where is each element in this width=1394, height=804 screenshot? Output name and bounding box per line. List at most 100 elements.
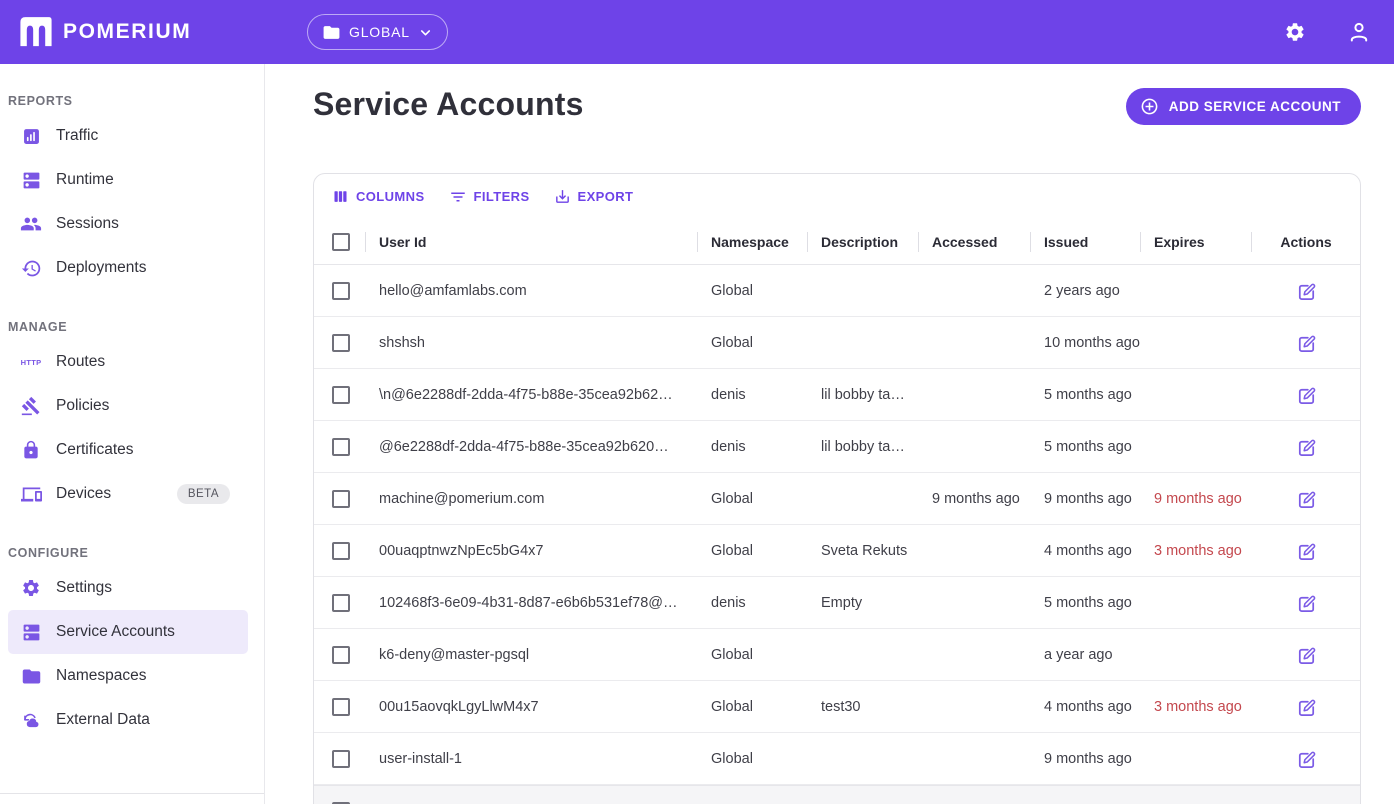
edit-icon[interactable] bbox=[1294, 799, 1318, 804]
cell-issued: 10 months ago bbox=[1031, 335, 1141, 351]
row-checkbox[interactable] bbox=[332, 386, 350, 404]
sidebar-item-sessions[interactable]: Sessions bbox=[8, 202, 248, 246]
gavel-icon bbox=[20, 395, 42, 417]
table-row[interactable]: shshsh Global 10 months ago bbox=[314, 317, 1360, 369]
cell-description: Empty bbox=[808, 595, 919, 611]
columns-button[interactable]: COLUMNS bbox=[332, 188, 425, 205]
add-service-account-button[interactable]: ADD SERVICE ACCOUNT bbox=[1126, 88, 1361, 125]
cell-accessed: 9 months ago bbox=[919, 491, 1031, 507]
table-row[interactable]: machine@pomerium.com Global 9 months ago… bbox=[314, 473, 1360, 525]
cell-expires bbox=[1141, 595, 1252, 611]
header-checkbox-cell bbox=[314, 219, 366, 264]
edit-icon[interactable] bbox=[1294, 643, 1318, 667]
cell-issued: a year ago bbox=[1031, 647, 1141, 663]
sidebar-item-settings[interactable]: Settings bbox=[8, 566, 248, 610]
folder-icon bbox=[20, 665, 42, 687]
gear-icon bbox=[20, 577, 42, 599]
settings-gear-icon[interactable] bbox=[1282, 19, 1308, 45]
table-row[interactable]: k6-deny@master-pgsql Global a year ago bbox=[314, 629, 1360, 681]
column-header-description[interactable]: Description bbox=[808, 219, 919, 264]
edit-icon[interactable] bbox=[1294, 487, 1318, 511]
table-row[interactable]: 102468f3-6e09-4b31-8d87-e6b6b531ef78@… d… bbox=[314, 577, 1360, 629]
sidebar-item-namespaces[interactable]: Namespaces bbox=[8, 654, 248, 698]
cloud-sync-icon bbox=[20, 709, 42, 731]
cell-user-id: user-install-1 bbox=[366, 751, 698, 767]
row-checkbox[interactable] bbox=[332, 750, 350, 768]
cell-user-id: k6-deny@master-pgsql bbox=[366, 647, 698, 663]
sidebar-item-label: Policies bbox=[56, 397, 109, 415]
edit-icon[interactable] bbox=[1294, 591, 1318, 615]
sidebar-item-label: Deployments bbox=[56, 259, 146, 277]
edit-icon[interactable] bbox=[1294, 539, 1318, 563]
cell-description: Sveta Rekuts bbox=[808, 543, 919, 559]
brand-wordmark: POMERIUM bbox=[63, 20, 191, 44]
sidebar-item-label: Traffic bbox=[56, 127, 98, 145]
row-checkbox[interactable] bbox=[332, 594, 350, 612]
sidebar-item-label: External Data bbox=[56, 711, 150, 729]
filters-button[interactable]: FILTERS bbox=[449, 188, 530, 206]
user-account-icon[interactable] bbox=[1346, 19, 1372, 45]
cell-namespace: Global bbox=[698, 543, 808, 559]
column-header-expires[interactable]: Expires bbox=[1141, 219, 1252, 264]
sidebar-item-deployments[interactable]: Deployments bbox=[8, 246, 248, 290]
select-all-checkbox[interactable] bbox=[332, 233, 350, 251]
sidebar-divider bbox=[0, 793, 264, 794]
column-header-user-id[interactable]: User Id bbox=[366, 219, 698, 264]
table-row[interactable]: hello@amfamlabs.com Global 2 years ago bbox=[314, 265, 1360, 317]
table-row[interactable]: 00uaqptnwzNpEc5bG4x7 Global Sveta Rekuts… bbox=[314, 525, 1360, 577]
sidebar-item-routes[interactable]: HTTP Routes bbox=[8, 340, 248, 384]
sidebar-item-certificates[interactable]: Certificates bbox=[8, 428, 248, 472]
table-toolbar: COLUMNS FILTERS EX bbox=[314, 174, 1360, 219]
row-checkbox[interactable] bbox=[332, 438, 350, 456]
sidebar-item-devices[interactable]: Devices BETA bbox=[8, 472, 248, 516]
cell-issued: 4 months ago bbox=[1031, 699, 1141, 715]
table-row[interactable]: \n@6e2288df-2dda-4f75-b88e-35cea92b62… d… bbox=[314, 369, 1360, 421]
column-header-accessed[interactable]: Accessed bbox=[919, 219, 1031, 264]
service-accounts-icon bbox=[20, 621, 42, 643]
sidebar-section-manage: MANAGE bbox=[8, 290, 264, 334]
sidebar-item-external-data[interactable]: External Data bbox=[8, 698, 248, 742]
edit-icon[interactable] bbox=[1294, 435, 1318, 459]
namespace-selector[interactable]: GLOBAL bbox=[307, 14, 448, 50]
filters-button-label: FILTERS bbox=[474, 189, 530, 204]
sidebar-section-configure: CONFIGURE bbox=[8, 516, 264, 560]
edit-icon[interactable] bbox=[1294, 383, 1318, 407]
column-header-namespace[interactable]: Namespace bbox=[698, 219, 808, 264]
export-button-label: EXPORT bbox=[578, 189, 634, 204]
service-accounts-table-card: COLUMNS FILTERS EX bbox=[313, 173, 1361, 804]
row-checkbox[interactable] bbox=[332, 334, 350, 352]
row-checkbox[interactable] bbox=[332, 490, 350, 508]
devices-icon bbox=[20, 483, 42, 505]
cell-namespace: Global bbox=[698, 335, 808, 351]
cell-issued: 9 months ago bbox=[1031, 751, 1141, 767]
table-row[interactable]: 00u15aovqkLgyLlwM4x7 Global test30 4 mon… bbox=[314, 681, 1360, 733]
table-row[interactable]: @6e2288df-2dda-4f75-b88e-35cea92b620… de… bbox=[314, 421, 1360, 473]
edit-icon[interactable] bbox=[1294, 747, 1318, 771]
sidebar-section-reports: REPORTS bbox=[8, 64, 264, 108]
edit-icon[interactable] bbox=[1294, 331, 1318, 355]
row-checkbox[interactable] bbox=[332, 282, 350, 300]
sidebar-item-runtime[interactable]: Runtime bbox=[8, 158, 248, 202]
edit-icon[interactable] bbox=[1294, 279, 1318, 303]
export-button[interactable]: EXPORT bbox=[554, 188, 634, 205]
sidebar-item-label: Runtime bbox=[56, 171, 114, 189]
main-content: Service Accounts ADD SERVICE ACCOUNT bbox=[265, 64, 1394, 804]
sidebar-item-label: Routes bbox=[56, 353, 105, 371]
sidebar-item-policies[interactable]: Policies bbox=[8, 384, 248, 428]
column-header-actions: Actions bbox=[1252, 219, 1360, 264]
table-row-partial[interactable] bbox=[314, 785, 1360, 804]
bar-chart-icon bbox=[20, 125, 42, 147]
cell-expires bbox=[1141, 439, 1252, 455]
sidebar-item-service-accounts[interactable]: Service Accounts bbox=[8, 610, 248, 654]
row-checkbox[interactable] bbox=[332, 646, 350, 664]
table-row[interactable]: user-install-1 Global 9 months ago bbox=[314, 733, 1360, 785]
sidebar-item-label: Devices bbox=[56, 485, 111, 503]
sidebar-item-traffic[interactable]: Traffic bbox=[8, 114, 248, 158]
row-checkbox[interactable] bbox=[332, 698, 350, 716]
cell-description: lil bobby ta… bbox=[808, 439, 919, 455]
edit-icon[interactable] bbox=[1294, 695, 1318, 719]
column-header-issued[interactable]: Issued bbox=[1031, 219, 1141, 264]
http-icon: HTTP bbox=[20, 351, 42, 373]
row-checkbox[interactable] bbox=[332, 542, 350, 560]
cell-namespace: Global bbox=[698, 283, 808, 299]
